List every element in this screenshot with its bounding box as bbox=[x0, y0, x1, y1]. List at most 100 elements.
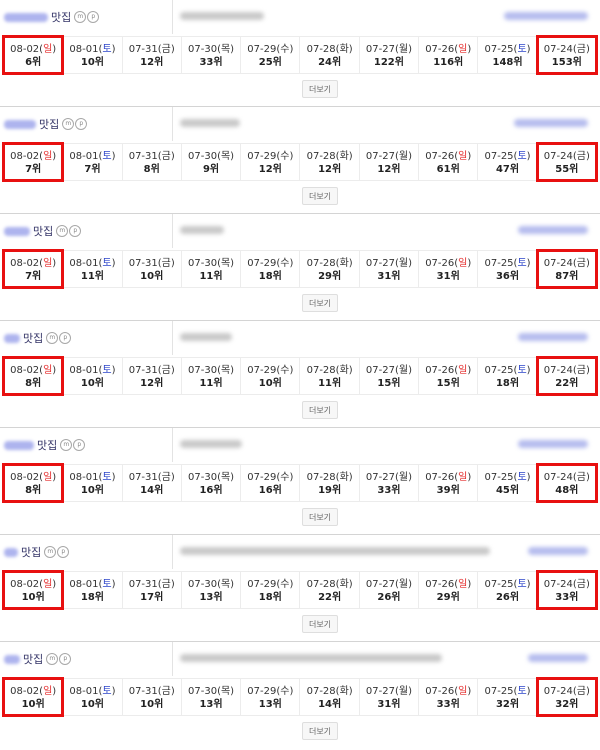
keyword-suffix: 맛집 bbox=[51, 11, 72, 24]
day-rank: 39위 bbox=[436, 485, 460, 496]
date-text: 07-26 bbox=[425, 258, 455, 269]
date-text: 08-02 bbox=[10, 258, 40, 269]
keyword-rank-block: 맛집 m p 08-02(일) 7위 08-01(토) 11위 07-31(금) 10위 07-3… bbox=[0, 214, 600, 321]
date-text: 07-25 bbox=[484, 258, 514, 269]
day-rank: 33위 bbox=[199, 57, 223, 68]
day-rank-cell: 07-25(토) 32위 bbox=[478, 679, 538, 715]
day-rank-cell: 07-29(수) 12위 bbox=[241, 144, 301, 180]
day-rank-cell: 07-26(일) 33위 bbox=[419, 679, 479, 715]
keyword-link[interactable]: 맛집 m p bbox=[4, 330, 72, 346]
redacted-url bbox=[180, 654, 442, 662]
day-rank-cell: 07-26(일) 15위 bbox=[419, 358, 479, 394]
date-text: 07-31 bbox=[128, 258, 158, 269]
day-date: 07-26(일) bbox=[425, 579, 472, 590]
pc-badge-icon: p bbox=[75, 118, 88, 130]
day-date: 08-01(토) bbox=[69, 365, 116, 376]
day-of-week: 토 bbox=[102, 258, 112, 269]
day-date: 07-24(금) bbox=[543, 151, 590, 162]
date-text: 07-27 bbox=[365, 365, 395, 376]
day-rank: 16위 bbox=[258, 485, 282, 496]
keyword-link[interactable]: 맛집 m p bbox=[4, 9, 100, 25]
day-rank: 26위 bbox=[377, 592, 401, 603]
more-button[interactable]: 더보기 bbox=[302, 401, 338, 419]
day-of-week: 토 bbox=[517, 365, 527, 376]
keyword-header: 맛집 m p bbox=[0, 642, 600, 676]
keyword-link[interactable]: 맛집 m p bbox=[4, 437, 86, 453]
date-text: 08-02 bbox=[10, 686, 40, 697]
day-rank-cell: 08-01(토) 10위 bbox=[63, 465, 123, 501]
day-rank: 14위 bbox=[318, 699, 342, 710]
day-date: 07-28(화) bbox=[306, 258, 353, 269]
day-rank-cell: 08-01(토) 10위 bbox=[63, 679, 123, 715]
day-of-week: 목 bbox=[220, 258, 231, 269]
day-rank-cell: 07-29(수) 13위 bbox=[241, 679, 301, 715]
day-of-week: 토 bbox=[102, 151, 112, 162]
redacted-store-name bbox=[514, 119, 588, 127]
more-button[interactable]: 더보기 bbox=[302, 294, 338, 312]
more-button[interactable]: 더보기 bbox=[302, 508, 338, 526]
day-rank: 33위 bbox=[377, 485, 401, 496]
keyword-rank-block: 맛집 m p 08-02(일) 10위 08-01(토) 18위 07-31(금) 17위 07-… bbox=[0, 535, 600, 642]
date-text: 07-30 bbox=[188, 258, 218, 269]
pc-badge-icon: p bbox=[87, 11, 100, 23]
day-rank-cell: 07-25(토) 45위 bbox=[478, 465, 538, 501]
day-rank: 12위 bbox=[140, 57, 164, 68]
day-rank-cell: 07-25(토) 26위 bbox=[478, 572, 538, 608]
redacted-store-name bbox=[528, 654, 588, 662]
date-text: 07-26 bbox=[425, 151, 455, 162]
day-rank-cell: 07-29(수) 10위 bbox=[241, 358, 301, 394]
day-rank: 15위 bbox=[377, 378, 401, 389]
date-text: 07-25 bbox=[484, 579, 514, 590]
keyword-suffix: 맛집 bbox=[37, 439, 58, 452]
more-button[interactable]: 더보기 bbox=[302, 187, 338, 205]
day-of-week: 일 bbox=[43, 686, 53, 697]
keyword-link[interactable]: 맛집 m p bbox=[4, 544, 70, 560]
date-text: 07-27 bbox=[365, 579, 395, 590]
day-of-week: 토 bbox=[102, 44, 112, 55]
date-text: 07-30 bbox=[188, 151, 218, 162]
day-rank: 32위 bbox=[495, 699, 520, 710]
date-text: 08-01 bbox=[69, 579, 99, 590]
day-date: 08-01(토) bbox=[69, 579, 116, 590]
day-date: 07-27(월) bbox=[365, 151, 412, 162]
day-of-week: 수 bbox=[280, 258, 290, 269]
day-of-week: 일 bbox=[458, 44, 468, 55]
date-text: 07-24 bbox=[543, 472, 573, 483]
day-rank: 47위 bbox=[495, 164, 520, 175]
day-date: 07-25(토) bbox=[484, 365, 531, 376]
day-rank: 22위 bbox=[318, 592, 342, 603]
day-rank-cell: 07-26(일) 39위 bbox=[419, 465, 479, 501]
day-rank-cell: 07-27(월) 26위 bbox=[360, 572, 420, 608]
keyword-link[interactable]: 맛집 m p bbox=[4, 651, 72, 667]
redacted-store-name bbox=[518, 333, 588, 341]
date-text: 07-26 bbox=[425, 579, 455, 590]
more-button[interactable]: 더보기 bbox=[302, 615, 338, 633]
keyword-link[interactable]: 맛집 m p bbox=[4, 116, 88, 132]
date-text: 07-27 bbox=[365, 151, 395, 162]
date-text: 07-25 bbox=[484, 472, 514, 483]
date-text: 07-25 bbox=[484, 151, 514, 162]
day-date: 07-26(일) bbox=[425, 472, 472, 483]
day-rank: 14위 bbox=[140, 485, 164, 496]
day-of-week: 금 bbox=[576, 44, 586, 55]
day-rank: 17위 bbox=[140, 592, 164, 603]
day-date: 07-29(수) bbox=[247, 44, 294, 55]
day-of-week: 일 bbox=[458, 258, 468, 269]
day-of-week: 일 bbox=[43, 472, 53, 483]
daily-rank-row: 08-02(일) 7위 08-01(토) 11위 07-31(금) 10위 07-30(목)… bbox=[2, 249, 598, 289]
keyword-rank-block: 맛집 m p 08-02(일) 8위 08-01(토) 10위 07-31(금) 12위 07-3… bbox=[0, 321, 600, 428]
day-date: 07-27(월) bbox=[365, 258, 412, 269]
day-rank-cell: 07-30(목) 13위 bbox=[182, 572, 242, 608]
day-date: 07-24(금) bbox=[543, 44, 590, 55]
keyword-link[interactable]: 맛집 m p bbox=[4, 223, 82, 239]
more-button[interactable]: 더보기 bbox=[302, 80, 338, 98]
redacted-url bbox=[180, 440, 242, 448]
day-date: 07-31(금) bbox=[128, 258, 175, 269]
day-rank: 10위 bbox=[21, 699, 45, 710]
day-rank-cell: 07-30(목) 13위 bbox=[182, 679, 242, 715]
more-button[interactable]: 더보기 bbox=[302, 722, 338, 740]
redacted-keyword bbox=[4, 654, 20, 664]
day-rank: 8위 bbox=[143, 164, 160, 175]
date-text: 07-29 bbox=[247, 472, 277, 483]
date-text: 07-27 bbox=[365, 258, 395, 269]
